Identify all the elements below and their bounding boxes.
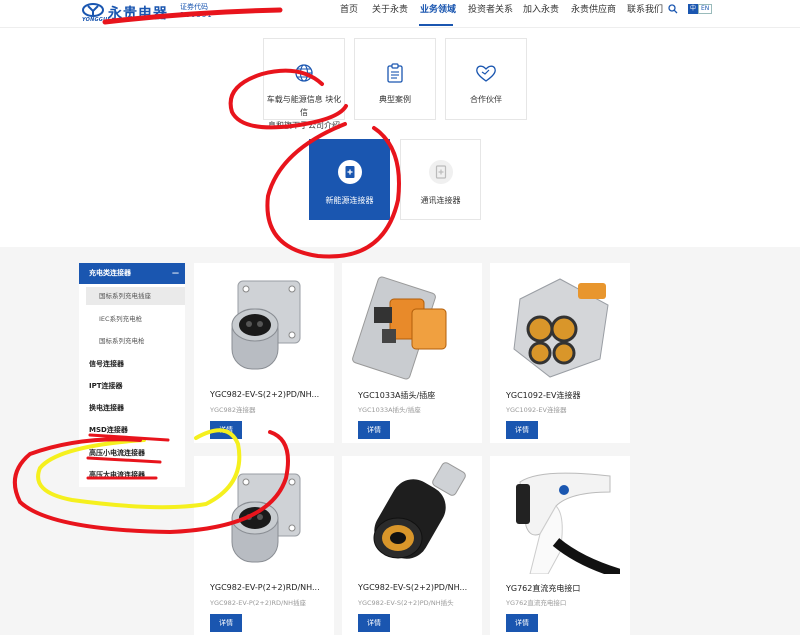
card-partners[interactable]: 合作伙伴 [445,38,527,120]
nav-join[interactable]: 加入永贵 [523,0,559,20]
nav-about[interactable]: 关于永贵 [372,0,408,20]
plus-document-icon [337,160,362,184]
square-flange-connector-image [231,280,301,370]
details-button[interactable]: 详情 [506,421,538,439]
sidebar-item-battery-swap[interactable]: 换电连接器 [89,403,124,413]
logo-name: 永贵电器 [108,6,168,22]
search-icon[interactable] [668,4,678,14]
sidebar-item-msd[interactable]: MSD连接器 [89,425,128,435]
product-card[interactable]: YG762直流充电接口 YG762直流充电接口 详情 [490,456,630,636]
card-company-info[interactable]: 车载与能源信息 块化信 息和旗下子公司介绍 [263,38,345,130]
product-name[interactable]: YGC982-EV-S(2+2)PD/NH... [210,390,322,399]
product-subtitle: YGC1092-EV连接器 [506,406,567,414]
logo-sub-text: YONGGUI [82,17,110,23]
square-flange-connector-image [231,473,301,563]
product-name[interactable]: YGC1092-EV连接器 [506,390,618,401]
product-name[interactable]: YGC982-EV-P(2+2)RD/NH... [210,583,322,592]
black-cylindrical-plug-image [373,462,466,559]
nav-contact[interactable]: 联系我们 [627,0,663,20]
card-new-energy-connectors[interactable]: 新能源连接器 [309,139,390,220]
sidebar-item-hv-high-current[interactable]: 高压大电流连接器 [89,470,145,480]
handshake-heart-icon [476,65,496,82]
globe-icon [295,64,313,82]
product-subtitle: YGC982-EV-S(2+2)PD/NH插头 [358,599,454,607]
product-name[interactable]: YG762直流充电接口 [506,583,618,594]
site-header: YONGGUI 永贵电器 证券代码 300351 首页 关于永贵 业务领域 投资… [0,0,800,26]
sidebar-subitem[interactable]: IEC系列充电枪 [86,310,185,328]
product-subtitle: YGC982-EV-P(2+2)RD/NH插座 [210,599,306,607]
sidebar-subitem[interactable]: 国标系列充电插座 [86,287,185,305]
sidebar-head-charging[interactable]: 充电类连接器 — [79,263,185,284]
nav-investors[interactable]: 投资者关系 [468,0,513,20]
clipboard-icon [387,63,403,83]
details-button[interactable]: 详情 [210,614,242,632]
nav-business[interactable]: 业务领域 [420,0,456,20]
card-communication-connectors[interactable]: 通讯连接器 [400,139,481,220]
stock-code: 300351 [180,11,213,19]
card-label: 车载与能源信息 块化信 息和旗下子公司介绍 [266,95,342,130]
details-button[interactable]: 详情 [358,614,390,632]
sidebar-item-hv-low-current[interactable]: 高压小电流连接器 [89,448,145,458]
nav-suppliers[interactable]: 永贵供应商 [571,0,616,20]
product-card[interactable]: YGC982-EV-S(2+2)PD/NH... YGC982连接器 详情 [194,263,334,443]
card-label: 通讯连接器 [420,196,461,205]
collapse-icon[interactable]: — [172,263,179,284]
details-button[interactable]: 详情 [210,421,242,439]
company-logo[interactable]: YONGGUI 永贵电器 证券代码 300351 [82,2,222,23]
sidebar-item-signal[interactable]: 信号连接器 [89,359,124,369]
lang-en[interactable]: EN [698,4,713,14]
card-typical-cases[interactable]: 典型案例 [354,38,436,120]
card-label: 典型案例 [379,95,411,104]
product-card[interactable]: YGC982-EV-P(2+2)RD/NH... YGC982-EV-P(2+2… [194,456,334,636]
plus-document-icon [428,160,453,184]
logo-mark-icon [82,3,104,17]
gray-housing-connector-image [513,278,609,378]
product-name[interactable]: YGC1033A插头/插座 [358,390,470,401]
card-label: 新能源连接器 [325,196,374,205]
product-card[interactable]: YGC1033A插头/插座 YGC1033A插头/插座 详情 [342,263,482,443]
sidebar-subitem[interactable]: 国标系列充电枪 [86,332,185,350]
category-sidebar: 充电类连接器 — 国标系列充电插座 IEC系列充电枪 国标系列充电枪 信号连接器 … [79,263,185,487]
details-button[interactable]: 详情 [358,421,390,439]
product-subtitle: YGC982连接器 [210,406,256,414]
dc-charging-gun-image [516,472,620,574]
orange-plug-connector-image [352,276,447,380]
details-button[interactable]: 详情 [506,614,538,632]
sidebar-item-ipt[interactable]: IPT连接器 [89,381,123,391]
product-card[interactable]: YGC982-EV-S(2+2)PD/NH... YGC982-EV-S(2+2… [342,456,482,636]
language-switch[interactable]: 中 EN [688,4,713,14]
card-label: 合作伙伴 [470,95,502,104]
nav-home[interactable]: 首页 [340,0,358,20]
header-divider [0,27,800,28]
product-subtitle: YG762直流充电接口 [506,599,567,607]
product-subtitle: YGC1033A插头/插座 [358,406,421,414]
product-name[interactable]: YGC982-EV-S(2+2)PD/NH... [358,583,470,592]
nav-active-indicator [419,24,453,26]
lang-cn[interactable]: 中 [688,4,699,14]
product-card[interactable]: YGC1092-EV连接器 YGC1092-EV连接器 详情 [490,263,630,443]
